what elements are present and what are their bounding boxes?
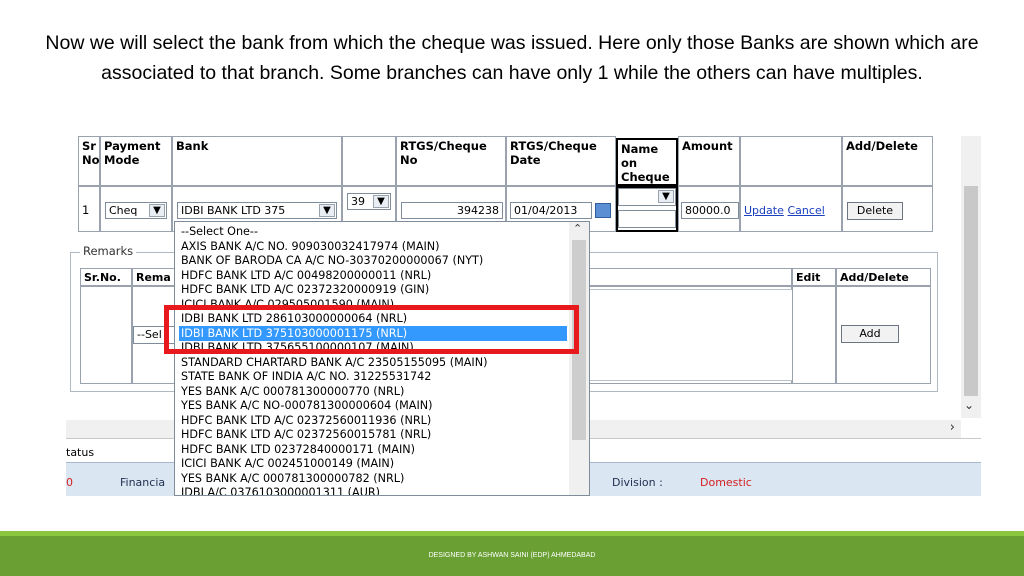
bank-option[interactable]: HDFC BANK LTD A/C 02372320000919 (GIN): [179, 282, 567, 297]
bank-option[interactable]: HDFC BANK LTD A/C 00498200000011 (NRL): [179, 268, 567, 283]
row-amount-cell: 80000.0: [678, 186, 740, 232]
bank-dropdown-list[interactable]: --Select One-- AXIS BANK A/C NO. 90903003…: [174, 221, 590, 496]
col-header-add-delete: Add/Delete: [842, 136, 933, 186]
bank-option[interactable]: IDBI A/C 0376103000001311 (AUR): [179, 485, 567, 495]
remarks-header-add-delete: Add/Delete: [836, 268, 931, 286]
chevron-down-icon[interactable]: ▼: [319, 204, 335, 217]
name-on-cheque-input[interactable]: [618, 210, 676, 228]
remarks-header-sr-no: Sr.No.: [80, 268, 132, 286]
status-label: tatus: [66, 446, 95, 459]
bank-option[interactable]: ICICI BANK A/C 002451000149 (MAIN): [179, 456, 567, 471]
bank-option[interactable]: YES BANK A/C NO-000781300000604 (MAIN): [179, 398, 567, 413]
page-scrollbar-vertical[interactable]: ⌄: [961, 136, 981, 418]
col-header-bank: Bank: [172, 136, 342, 186]
branch-select-value: 39: [351, 195, 365, 208]
col-header-cheque-date: RTGS/Cheque Date: [506, 136, 616, 186]
chevron-down-icon[interactable]: ⌄: [964, 398, 974, 412]
highlight-box: [164, 305, 579, 354]
bank-option[interactable]: STATE BANK OF INDIA A/C NO. 31225531742: [179, 369, 567, 384]
col-header-amount: Amount: [678, 136, 740, 186]
chevron-up-icon[interactable]: ⌃: [573, 222, 582, 235]
row-sr-no: 1: [78, 186, 100, 232]
payment-mode-select[interactable]: Cheq ▼: [105, 202, 167, 219]
cheque-no-input[interactable]: 394238: [401, 202, 503, 219]
bank-option[interactable]: STANDARD CHARTARD BANK A/C 23505155095 (…: [179, 355, 567, 370]
update-link[interactable]: Update: [744, 204, 784, 217]
cheque-date-input[interactable]: 01/04/2013: [510, 202, 592, 219]
row-actions-cell: Update Cancel: [740, 186, 842, 232]
bank-option[interactable]: BANK OF BARODA CA A/C NO-30370200000067 …: [179, 253, 567, 268]
row-payment-mode-cell: Cheq ▼: [100, 186, 172, 232]
cancel-link[interactable]: Cancel: [788, 204, 825, 217]
bank-option[interactable]: HDFC BANK LTD A/C 02372560015781 (NRL): [179, 427, 567, 442]
remarks-edit-cell: [792, 286, 836, 384]
bank-option[interactable]: YES BANK A/C 000781300000782 (NRL): [179, 471, 567, 486]
division-label: Division :: [612, 476, 663, 489]
col-header-sr-no: Sr No: [78, 136, 100, 186]
bank-select-value: IDBI BANK LTD 375: [181, 204, 286, 217]
bank-option[interactable]: HDFC BANK LTD 02372840000171 (MAIN): [179, 442, 567, 457]
financial-label: Financia: [120, 476, 166, 489]
remarks-add-cell: Add: [836, 286, 931, 384]
row-add-delete-cell: Delete: [842, 186, 933, 232]
col-header-actions: [740, 136, 842, 186]
bank-option[interactable]: --Select One--: [179, 224, 567, 239]
bank-option[interactable]: AXIS BANK A/C NO. 909030032417974 (MAIN): [179, 239, 567, 254]
payment-mode-value: Cheq: [109, 204, 138, 217]
bank-option[interactable]: YES BANK A/C 000781300000770 (NRL): [179, 384, 567, 399]
status-left-value: 0: [66, 476, 73, 489]
name-on-cheque-select[interactable]: ▼: [618, 188, 676, 206]
remarks-header-edit: Edit: [792, 268, 836, 286]
remarks-sr-no-cell: [80, 286, 132, 384]
bank-option[interactable]: HDFC BANK LTD A/C 02372560011936 (NRL): [179, 413, 567, 428]
col-header-branch: [342, 136, 396, 186]
chevron-down-icon[interactable]: ▼: [658, 190, 674, 203]
delete-button[interactable]: Delete: [847, 202, 903, 220]
chevron-down-icon[interactable]: ▼: [149, 204, 165, 217]
row-name-on-cheque-cell: ▼: [616, 186, 678, 232]
footer-bar: DESIGNED BY ASHWAN SAINI (EDP) AHMEDABAD: [0, 536, 1024, 576]
chevron-right-icon[interactable]: ›: [950, 420, 955, 435]
division-value: Domestic: [700, 476, 752, 489]
col-header-payment-mode: Payment Mode: [100, 136, 172, 186]
add-button[interactable]: Add: [841, 325, 899, 343]
branch-select[interactable]: 39 ▼: [347, 193, 391, 210]
footer-credit: DESIGNED BY ASHWAN SAINI (EDP) AHMEDABAD: [428, 552, 596, 559]
calendar-icon[interactable]: [595, 203, 611, 218]
bank-select[interactable]: IDBI BANK LTD 375 ▼: [177, 202, 337, 219]
amount-input[interactable]: 80000.0: [681, 202, 739, 219]
dropdown-scrollbar[interactable]: ⌃: [569, 222, 589, 495]
slide-caption: Now we will select the bank from which t…: [45, 32, 979, 84]
payment-table: Sr No Payment Mode Bank RTGS/Cheque No R…: [78, 136, 933, 232]
col-header-name-on-cheque: Name on Cheque: [616, 138, 678, 186]
remarks-legend: Remarks: [80, 244, 137, 258]
page-scrollbar-thumb[interactable]: [964, 186, 978, 396]
chevron-down-icon[interactable]: ▼: [373, 195, 389, 208]
col-header-cheque-no: RTGS/Cheque No: [396, 136, 506, 186]
